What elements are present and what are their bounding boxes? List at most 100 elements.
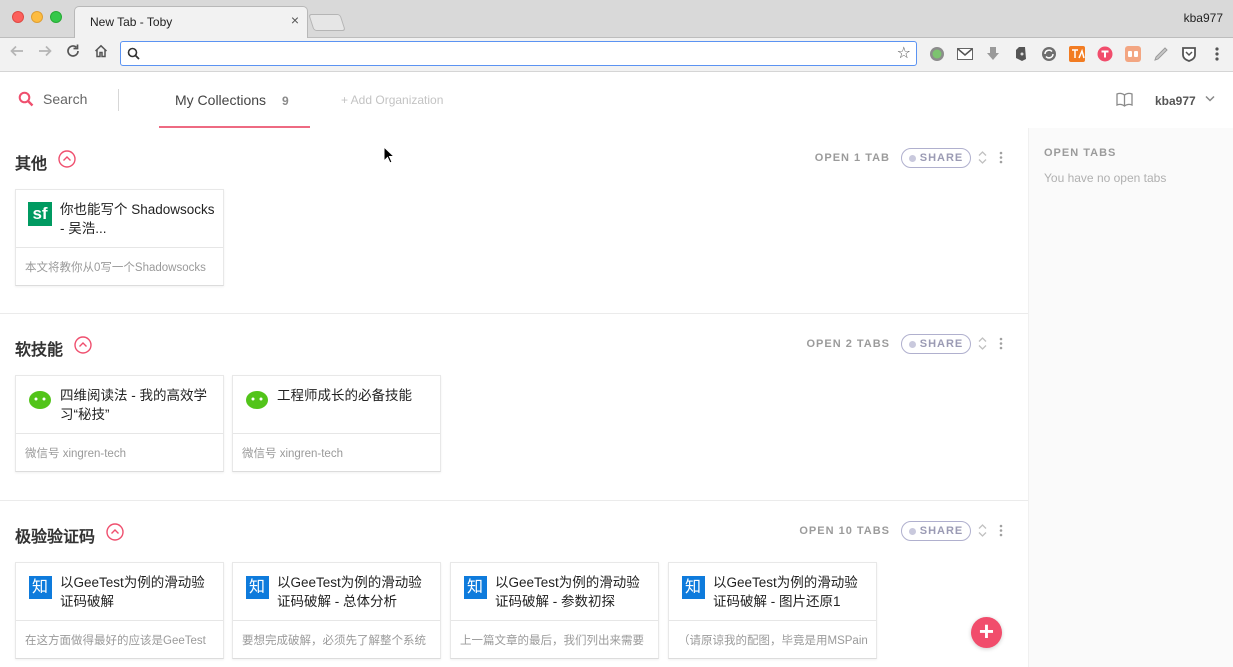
evernote-icon[interactable] bbox=[1012, 45, 1030, 63]
card-divider bbox=[669, 620, 876, 621]
more-options-icon[interactable] bbox=[998, 337, 1004, 350]
zhihu-icon: 知 bbox=[463, 575, 487, 599]
sync-icon[interactable] bbox=[1040, 45, 1058, 63]
more-options-icon[interactable] bbox=[998, 151, 1004, 164]
share-button[interactable]: SHARE bbox=[901, 148, 971, 168]
user-menu-name[interactable]: kba977 bbox=[1155, 94, 1196, 108]
tab-close-icon[interactable]: × bbox=[291, 13, 299, 27]
search-button[interactable]: Search bbox=[18, 91, 87, 107]
card-title: 以GeeTest为例的滑动验证码破解 bbox=[60, 575, 205, 609]
tab-card[interactable]: 知 以GeeTest为例的滑动验证码破解 - 图片还原1 （请原谅我的配图，毕竟… bbox=[668, 562, 877, 659]
collapse-icon[interactable] bbox=[106, 523, 124, 541]
card-description: （请原谅我的配图，毕竟是用MSPaint bbox=[678, 635, 868, 647]
open-tabs-title: OPEN TABS bbox=[1044, 147, 1117, 159]
browser-titlebar: New Tab - Toby × kba977 bbox=[0, 0, 1233, 39]
maximize-window-button[interactable] bbox=[50, 11, 62, 23]
book-icon[interactable] bbox=[1116, 92, 1133, 107]
card-description: 在这方面做得最好的应该是GeeTest bbox=[25, 635, 206, 647]
mouse-cursor-icon bbox=[383, 146, 395, 164]
reader-icon[interactable] bbox=[1124, 45, 1142, 63]
tab-card[interactable]: 知 以GeeTest为例的滑动验证码破解 - 参数初探 上一篇文章的最后，我们列… bbox=[450, 562, 659, 659]
search-icon bbox=[127, 47, 140, 60]
tab-card[interactable]: sf 你也能写个 Shadowsocks - 吴浩... 本文将教你从0写一个S… bbox=[15, 189, 224, 286]
collections-panel: 其他 OPEN 1 TAB SHARE sf 你也能写个 Shadowsocks… bbox=[0, 128, 1028, 667]
tab-card[interactable]: 知 以GeeTest为例的滑动验证码破解 - 总体分析 要想完成破解，必须先了解… bbox=[232, 562, 441, 659]
card-description: 微信号 xingren-tech bbox=[25, 448, 126, 460]
minimize-window-button[interactable] bbox=[31, 11, 43, 23]
card-title: 你也能写个 Shadowsocks - 吴浩... bbox=[60, 202, 215, 236]
wechat-icon bbox=[28, 388, 52, 412]
share-button[interactable]: SHARE bbox=[901, 334, 971, 354]
card-title: 以GeeTest为例的滑动验证码破解 - 参数初探 bbox=[495, 575, 640, 609]
grammarly-icon[interactable] bbox=[928, 45, 946, 63]
browser-toolbar: ☆ bbox=[0, 38, 1233, 72]
card-description: 微信号 xingren-tech bbox=[242, 448, 343, 460]
card-divider bbox=[16, 620, 223, 621]
browser-tab-title: New Tab - Toby bbox=[90, 15, 173, 29]
highlighter-icon[interactable] bbox=[1152, 45, 1170, 63]
card-divider bbox=[16, 247, 223, 248]
address-input[interactable] bbox=[145, 44, 885, 63]
tab-card[interactable]: 四维阅读法 - 我的高效学习“秘技” 微信号 xingren-tech bbox=[15, 375, 224, 472]
segmentfault-icon: sf bbox=[28, 202, 52, 226]
bookmark-star-icon[interactable]: ☆ bbox=[897, 43, 911, 63]
shield-icon[interactable] bbox=[1180, 45, 1198, 63]
collection-title[interactable]: 其他 bbox=[15, 150, 47, 174]
new-tab-button[interactable] bbox=[308, 14, 346, 31]
collection-title[interactable]: 极验验证码 bbox=[15, 523, 95, 547]
browser-profile-name[interactable]: kba977 bbox=[1184, 11, 1223, 25]
card-divider bbox=[451, 620, 658, 621]
open-tabs-button[interactable]: OPEN 2 TABS bbox=[806, 338, 890, 350]
add-organization-button[interactable]: + Add Organization bbox=[341, 93, 443, 107]
collapse-icon[interactable] bbox=[58, 150, 76, 168]
card-title: 四维阅读法 - 我的高效学习“秘技” bbox=[60, 388, 207, 422]
zhihu-icon: 知 bbox=[28, 575, 52, 599]
more-options-icon[interactable] bbox=[998, 524, 1004, 537]
collection-section: 极验验证码 OPEN 10 TABS SHARE 知 以GeeTest为例的滑动… bbox=[0, 501, 1028, 667]
browser-menu-icon[interactable] bbox=[1208, 45, 1226, 63]
tab-my-collections[interactable]: My Collections 9 bbox=[159, 73, 310, 128]
tab-card[interactable]: 工程师成长的必备技能 微信号 xingren-tech bbox=[232, 375, 441, 472]
tab-card[interactable]: 知 以GeeTest为例的滑动验证码破解 在这方面做得最好的应该是GeeTest bbox=[15, 562, 224, 659]
zhihu-icon: 知 bbox=[245, 575, 269, 599]
app-header: Search My Collections 9 + Add Organizati… bbox=[0, 73, 1233, 128]
card-divider bbox=[233, 620, 440, 621]
card-description: 本文将教你从0写一个Shadowsocks bbox=[25, 262, 206, 274]
collapse-icon[interactable] bbox=[74, 336, 92, 354]
wechat-icon bbox=[245, 388, 269, 412]
card-divider bbox=[16, 433, 223, 434]
card-description: 要想完成破解，必须先了解整个系统 bbox=[242, 635, 426, 647]
tab-my-collections-label: My Collections bbox=[175, 92, 267, 108]
forward-arrow-icon[interactable] bbox=[34, 43, 56, 65]
browser-tab-active[interactable]: New Tab - Toby × bbox=[74, 6, 308, 39]
search-label: Search bbox=[43, 91, 88, 107]
home-icon[interactable] bbox=[90, 43, 112, 65]
add-collection-fab[interactable]: + bbox=[971, 617, 1002, 648]
share-button[interactable]: SHARE bbox=[901, 521, 971, 541]
sort-icon[interactable] bbox=[978, 337, 987, 350]
gmail-icon[interactable] bbox=[956, 45, 974, 63]
chevron-down-icon[interactable] bbox=[1205, 95, 1215, 102]
address-bar[interactable]: ☆ bbox=[120, 41, 917, 66]
open-tabs-button[interactable]: OPEN 1 TAB bbox=[815, 152, 890, 164]
sort-icon[interactable] bbox=[978, 151, 987, 164]
card-title: 以GeeTest为例的滑动验证码破解 - 总体分析 bbox=[277, 575, 422, 609]
share-dot-icon bbox=[908, 527, 916, 535]
translate-icon[interactable] bbox=[1068, 45, 1086, 63]
open-tabs-button[interactable]: OPEN 10 TABS bbox=[799, 525, 890, 537]
collection-title[interactable]: 软技能 bbox=[15, 336, 63, 360]
close-window-button[interactable] bbox=[12, 11, 24, 23]
search-icon bbox=[18, 91, 34, 107]
card-title: 以GeeTest为例的滑动验证码破解 - 图片还原1 bbox=[713, 575, 858, 609]
download-icon[interactable] bbox=[984, 45, 1002, 63]
card-divider bbox=[233, 433, 440, 434]
toby-icon[interactable] bbox=[1096, 45, 1114, 63]
header-divider bbox=[118, 89, 119, 111]
reload-icon[interactable] bbox=[62, 43, 84, 65]
share-label: SHARE bbox=[919, 338, 964, 350]
card-description: 上一篇文章的最后，我们列出来需要 bbox=[460, 635, 644, 647]
share-dot-icon bbox=[908, 340, 916, 348]
share-label: SHARE bbox=[919, 152, 964, 164]
back-arrow-icon[interactable] bbox=[6, 43, 28, 65]
sort-icon[interactable] bbox=[978, 524, 987, 537]
